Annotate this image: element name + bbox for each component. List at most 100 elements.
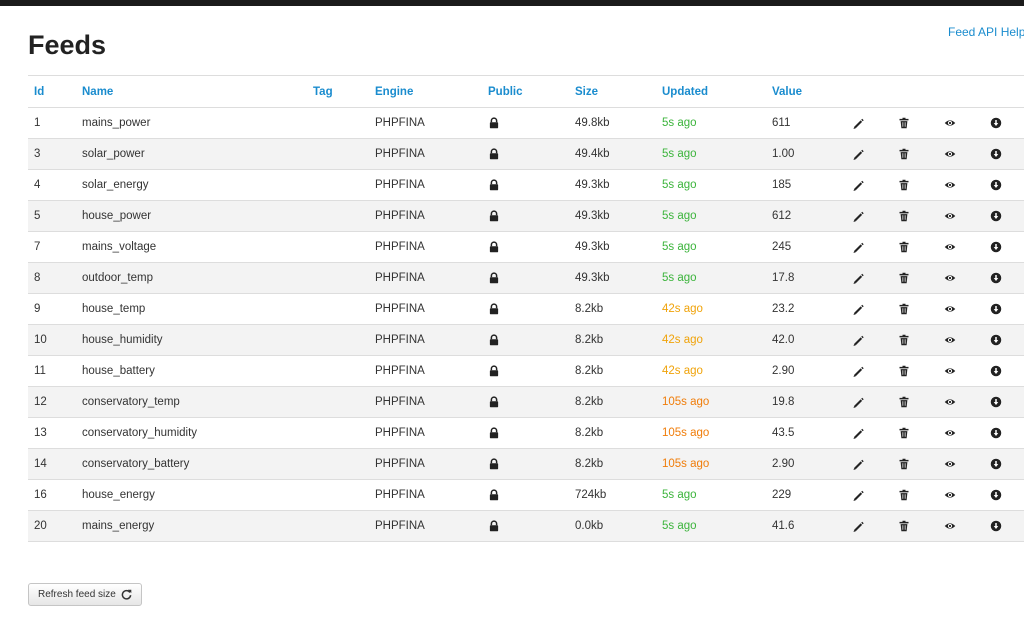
- download-icon[interactable]: [990, 396, 1002, 408]
- trash-icon[interactable]: [898, 365, 910, 377]
- download-icon[interactable]: [990, 148, 1002, 160]
- trash-icon[interactable]: [898, 427, 910, 439]
- pencil-icon[interactable]: [852, 520, 864, 532]
- feed-delete: [892, 479, 938, 511]
- col-header-size[interactable]: Size: [569, 75, 656, 108]
- lock-icon: [488, 334, 500, 346]
- col-header-id[interactable]: Id: [28, 75, 76, 108]
- download-icon[interactable]: [990, 303, 1002, 315]
- refresh-feed-size-button[interactable]: Refresh feed size: [28, 583, 142, 606]
- pencil-icon[interactable]: [852, 210, 864, 222]
- table-row[interactable]: 3 solar_power PHPFINA 49.4kb 5s ago 1.00: [28, 138, 1024, 170]
- trash-icon[interactable]: [898, 396, 910, 408]
- download-icon[interactable]: [990, 272, 1002, 284]
- feed-api-help-link[interactable]: Feed API Help: [948, 25, 1024, 39]
- download-icon[interactable]: [990, 117, 1002, 129]
- table-row[interactable]: 16 house_energy PHPFINA 724kb 5s ago 229: [28, 479, 1024, 511]
- page-title: Feeds: [28, 30, 107, 60]
- lock-icon: [488, 303, 500, 315]
- eye-icon[interactable]: [944, 179, 956, 191]
- download-icon[interactable]: [990, 365, 1002, 377]
- eye-icon[interactable]: [944, 117, 956, 129]
- table-row[interactable]: 8 outdoor_temp PHPFINA 49.3kb 5s ago 17.8: [28, 262, 1024, 294]
- trash-icon[interactable]: [898, 334, 910, 346]
- trash-icon[interactable]: [898, 303, 910, 315]
- eye-icon[interactable]: [944, 148, 956, 160]
- trash-icon[interactable]: [898, 458, 910, 470]
- eye-icon[interactable]: [944, 272, 956, 284]
- download-icon[interactable]: [990, 427, 1002, 439]
- trash-icon[interactable]: [898, 179, 910, 191]
- feed-view: [938, 355, 984, 387]
- eye-icon[interactable]: [944, 303, 956, 315]
- trash-icon[interactable]: [898, 117, 910, 129]
- download-icon[interactable]: [990, 489, 1002, 501]
- pencil-icon[interactable]: [852, 179, 864, 191]
- feed-delete: [892, 510, 938, 542]
- download-icon[interactable]: [990, 179, 1002, 191]
- pencil-icon[interactable]: [852, 334, 864, 346]
- table-row[interactable]: 1 mains_power PHPFINA 49.8kb 5s ago 611: [28, 107, 1024, 139]
- table-row[interactable]: 9 house_temp PHPFINA 8.2kb 42s ago 23.2: [28, 293, 1024, 325]
- table-row[interactable]: 10 house_humidity PHPFINA 8.2kb 42s ago 42.0: [28, 324, 1024, 356]
- eye-icon[interactable]: [944, 210, 956, 222]
- feed-id: 20: [28, 510, 76, 542]
- table-row[interactable]: 5 house_power PHPFINA 49.3kb 5s ago 612: [28, 200, 1024, 232]
- col-header-public[interactable]: Public: [482, 75, 569, 108]
- table-row[interactable]: 4 solar_energy PHPFINA 49.3kb 5s ago 185: [28, 169, 1024, 201]
- feed-engine: PHPFINA: [369, 510, 482, 542]
- col-header-engine[interactable]: Engine: [369, 75, 482, 108]
- pencil-icon[interactable]: [852, 241, 864, 253]
- feed-id: 5: [28, 200, 76, 232]
- feed-export: [984, 231, 1024, 263]
- table-row[interactable]: 20 mains_energy PHPFINA 0.0kb 5s ago 41.6: [28, 510, 1024, 542]
- trash-icon[interactable]: [898, 520, 910, 532]
- eye-icon[interactable]: [944, 427, 956, 439]
- feed-tag: [307, 200, 369, 232]
- eye-icon[interactable]: [944, 241, 956, 253]
- feed-edit: [846, 417, 892, 449]
- download-icon[interactable]: [990, 210, 1002, 222]
- table-row[interactable]: 7 mains_voltage PHPFINA 49.3kb 5s ago 245: [28, 231, 1024, 263]
- lock-icon: [488, 117, 500, 129]
- trash-icon[interactable]: [898, 272, 910, 284]
- eye-icon[interactable]: [944, 334, 956, 346]
- feed-tag: [307, 510, 369, 542]
- pencil-icon[interactable]: [852, 117, 864, 129]
- eye-icon[interactable]: [944, 489, 956, 501]
- feed-tag: [307, 479, 369, 511]
- col-header-updated[interactable]: Updated: [656, 75, 766, 108]
- eye-icon[interactable]: [944, 520, 956, 532]
- feed-engine: PHPFINA: [369, 231, 482, 263]
- col-header-name[interactable]: Name: [76, 75, 307, 108]
- pencil-icon[interactable]: [852, 365, 864, 377]
- table-row[interactable]: 13 conservatory_humidity PHPFINA 8.2kb 105s …: [28, 417, 1024, 449]
- eye-icon[interactable]: [944, 365, 956, 377]
- col-header-tag[interactable]: Tag: [307, 75, 369, 108]
- feed-edit: [846, 107, 892, 139]
- pencil-icon[interactable]: [852, 489, 864, 501]
- eye-icon[interactable]: [944, 458, 956, 470]
- eye-icon[interactable]: [944, 396, 956, 408]
- pencil-icon[interactable]: [852, 272, 864, 284]
- pencil-icon[interactable]: [852, 427, 864, 439]
- col-header-value[interactable]: Value: [766, 75, 846, 108]
- feed-export: [984, 138, 1024, 170]
- download-icon[interactable]: [990, 241, 1002, 253]
- trash-icon[interactable]: [898, 489, 910, 501]
- trash-icon[interactable]: [898, 210, 910, 222]
- table-row[interactable]: 11 house_battery PHPFINA 8.2kb 42s ago 2.90: [28, 355, 1024, 387]
- col-header-edit: [846, 75, 892, 108]
- table-row[interactable]: 14 conservatory_battery PHPFINA 8.2kb 105s a…: [28, 448, 1024, 480]
- download-icon[interactable]: [990, 520, 1002, 532]
- pencil-icon[interactable]: [852, 303, 864, 315]
- feed-engine: PHPFINA: [369, 107, 482, 139]
- download-icon[interactable]: [990, 458, 1002, 470]
- table-row[interactable]: 12 conservatory_temp PHPFINA 8.2kb 105s ago 1…: [28, 386, 1024, 418]
- trash-icon[interactable]: [898, 241, 910, 253]
- pencil-icon[interactable]: [852, 148, 864, 160]
- trash-icon[interactable]: [898, 148, 910, 160]
- pencil-icon[interactable]: [852, 396, 864, 408]
- pencil-icon[interactable]: [852, 458, 864, 470]
- download-icon[interactable]: [990, 334, 1002, 346]
